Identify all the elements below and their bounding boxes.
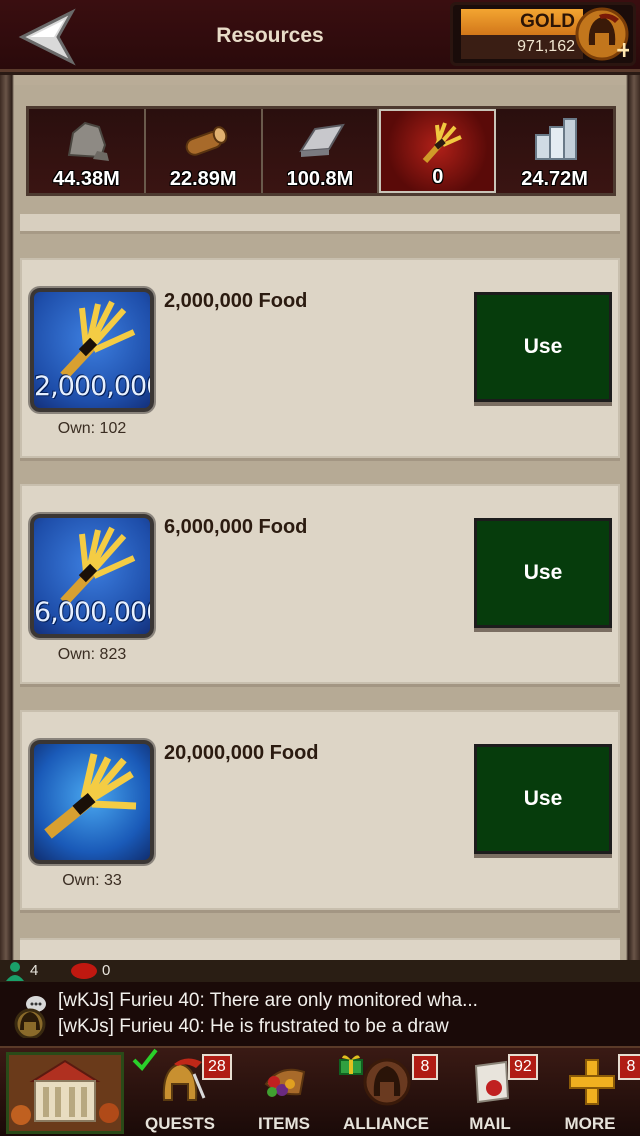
checkmark-icon [132, 1048, 158, 1072]
resource-value: 22.89M [169, 168, 237, 190]
list-top-edge [20, 214, 620, 234]
item-name: 20,000,000 Food [164, 742, 319, 764]
gift-icon [339, 1055, 363, 1075]
item-icon-amount: 6,000,000 [34, 597, 154, 628]
chat-bar[interactable]: [wKJs] Furieu 40: There are only monitor… [0, 982, 640, 1046]
resource-value: 44.38M [53, 168, 120, 190]
use-button[interactable]: Use [474, 518, 612, 628]
chat-message: [wKJs] Furieu 40: There are only monitor… [58, 990, 478, 1011]
own-count: Own: 102 [32, 420, 152, 438]
own-label: Own: [57, 420, 96, 437]
more-badge: 8 [618, 1054, 640, 1080]
wood-icon [185, 126, 228, 156]
resource-food[interactable]: 0 [379, 109, 497, 193]
own-count: Own: 823 [32, 646, 152, 664]
alliance-shield-icon [363, 1058, 411, 1106]
alert-count: 0 [102, 962, 111, 979]
nav-label: ALLIANCE [343, 1114, 429, 1133]
resource-value: 0 [432, 166, 444, 188]
item-icon: 6,000,000 [30, 514, 154, 638]
nav-label: QUESTS [145, 1114, 215, 1133]
nav-alliance[interactable]: 8 ALLIANCE [336, 1048, 438, 1136]
own-value: 102 [99, 420, 127, 437]
item-icon-amount: 2,000,000 [34, 371, 154, 402]
resource-stone[interactable]: 44.38M [29, 109, 146, 193]
nav-mail[interactable]: 92 MAIL [440, 1048, 540, 1136]
svg-text:+: + [615, 38, 629, 61]
gold-label: GOLD [461, 9, 583, 35]
spartan-helmet-icon: + [575, 7, 629, 61]
resource-value: 24.72M [521, 168, 588, 190]
status-row: 4 0 [0, 960, 640, 982]
back-button[interactable] [18, 8, 78, 66]
resource-bar: 44.38M 22.89M 100.8M 0 24.72M [26, 106, 616, 196]
quests-badge: 28 [202, 1054, 232, 1080]
gold-counter[interactable]: GOLD 971,162 + [450, 2, 636, 66]
silver-icon [535, 118, 578, 160]
nav-items[interactable]: ITEMS [234, 1048, 334, 1136]
food-icon [423, 122, 463, 163]
resource-value: 100.8M [286, 168, 354, 190]
chat-icon [14, 996, 46, 1038]
use-button[interactable]: Use [474, 292, 612, 402]
list-item: Own: 33 20,000,000 Food Use [20, 710, 620, 910]
chat-message: [wKJs] Furieu 40: He is frustrated to be… [58, 1016, 449, 1037]
nav-more[interactable]: 8 MORE [540, 1048, 640, 1136]
item-name: 6,000,000 Food [164, 516, 308, 538]
nav-label: MAIL [469, 1114, 511, 1133]
user-icon [6, 962, 24, 981]
plus-icon [569, 1059, 615, 1105]
mail-badge: 92 [508, 1054, 538, 1080]
page-title: Resources [216, 24, 324, 47]
city-button[interactable] [6, 1052, 124, 1134]
food-icon [44, 753, 137, 839]
item-icon [30, 740, 154, 864]
cornucopia-icon [264, 1068, 306, 1097]
list-item: 6,000,000 Own: 823 6,000,000 Food Use [20, 484, 620, 684]
item-icon: 2,000,000 [30, 288, 154, 412]
use-button[interactable]: Use [474, 744, 612, 854]
own-count: Own: 33 [32, 872, 152, 890]
list-item: 2,000,000 Own: 102 2,000,000 Food Use [20, 258, 620, 458]
nav-label: MORE [564, 1114, 616, 1133]
top-bar: Resources GOLD 971,162 + [0, 0, 640, 72]
stone-icon [67, 121, 109, 161]
item-name: 2,000,000 Food [164, 290, 308, 312]
gold-value: 971,162 [461, 35, 583, 59]
nav-quests[interactable]: 28 QUESTS [130, 1048, 232, 1136]
bottom-nav: 28 QUESTS ITEMS 8 ALLIANCE 92 MAIL 8 MOR… [0, 1046, 640, 1136]
own-label: Own: [62, 872, 100, 889]
alliance-badge: 8 [412, 1054, 438, 1080]
own-value: 823 [99, 646, 127, 663]
own-value: 33 [104, 872, 122, 889]
ore-icon [298, 123, 345, 157]
nav-label: ITEMS [258, 1114, 310, 1133]
alert-icon [71, 963, 97, 979]
own-label: Own: [57, 646, 96, 663]
online-count: 4 [30, 962, 39, 979]
spartan-helmet-icon [162, 1058, 206, 1101]
city-hall-icon [9, 1055, 121, 1131]
back-arrow-icon [18, 8, 76, 66]
resource-silver[interactable]: 24.72M [496, 109, 613, 193]
resource-wood[interactable]: 22.89M [145, 109, 263, 193]
resource-ore[interactable]: 100.8M [262, 109, 380, 193]
